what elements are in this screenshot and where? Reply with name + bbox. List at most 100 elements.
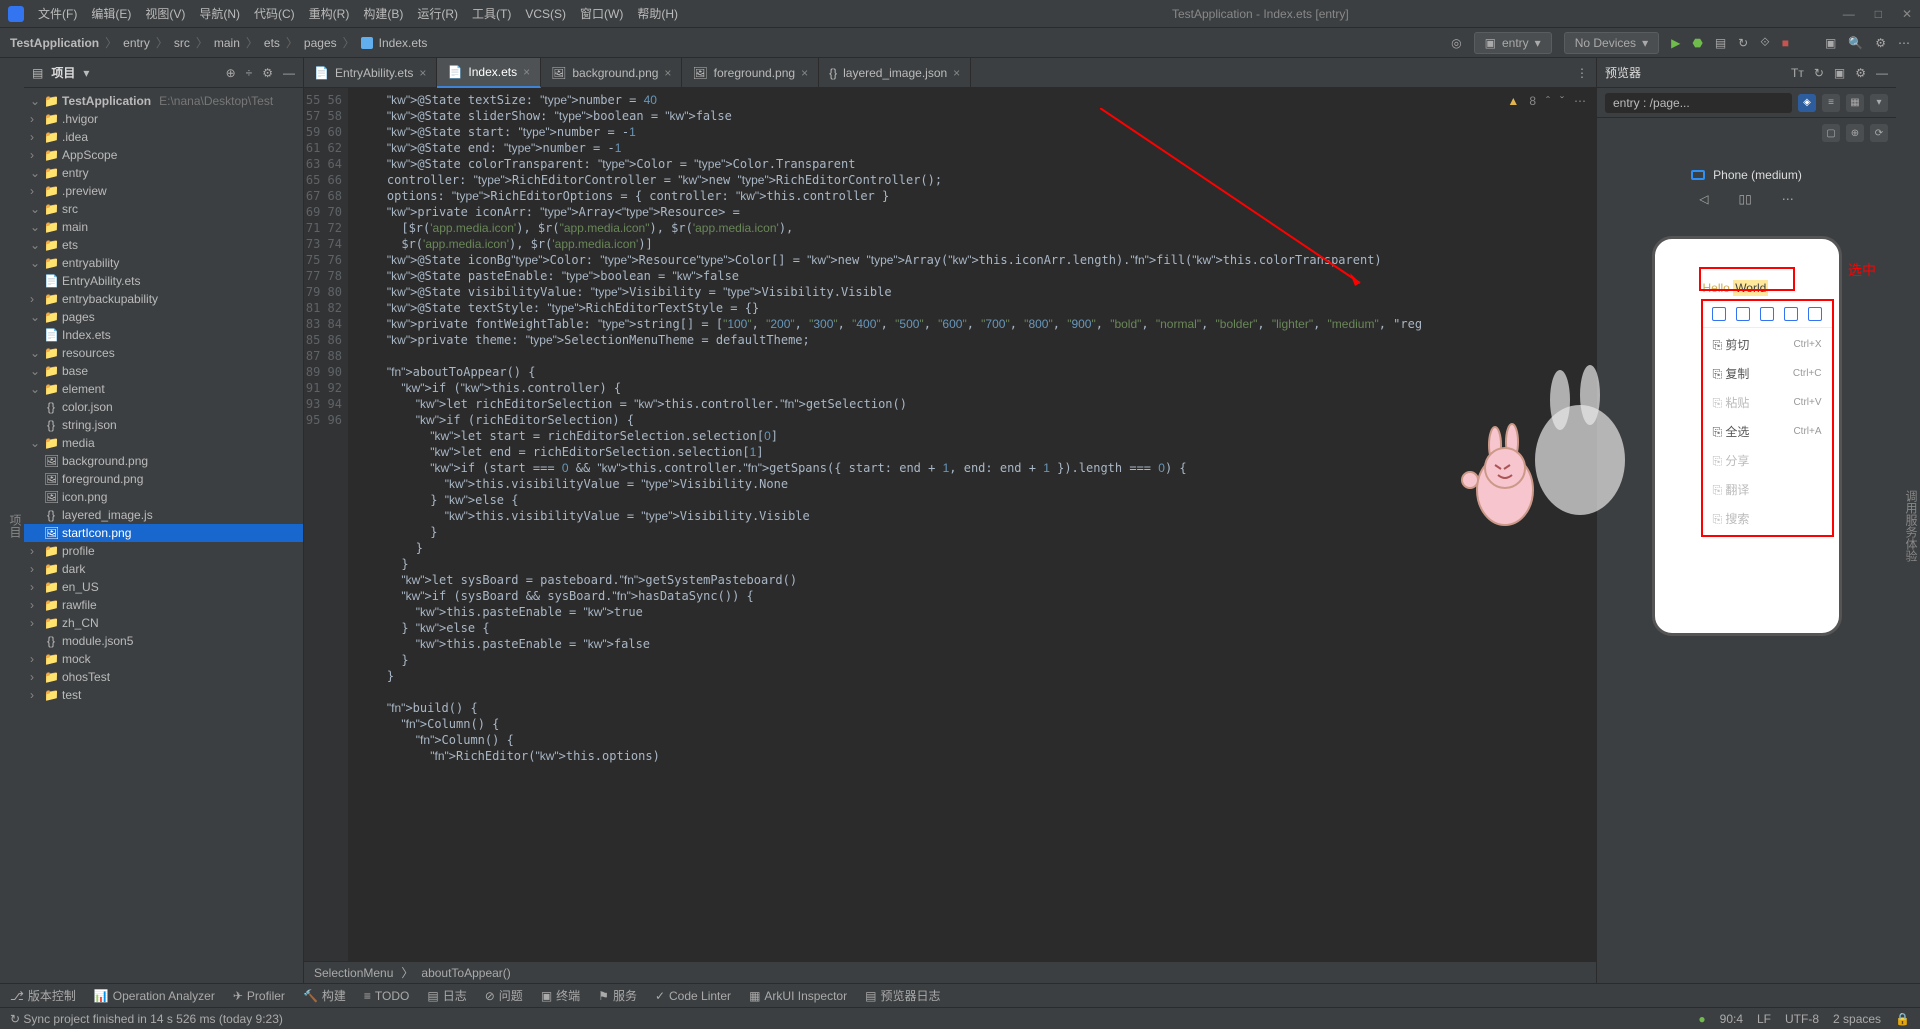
menu-edit[interactable]: 编辑(E): [91, 5, 131, 22]
close-tab-icon[interactable]: ×: [801, 66, 808, 80]
context-menu-item[interactable]: ⎘ 剪切Ctrl+X: [1703, 330, 1832, 359]
menu-nav[interactable]: 导航(N): [199, 5, 240, 22]
status-caret[interactable]: 90:4: [1720, 1012, 1743, 1026]
preview-entry[interactable]: entry : /page...: [1605, 93, 1792, 113]
status-encoding[interactable]: UTF-8: [1785, 1012, 1819, 1026]
crumb-pages[interactable]: pages: [304, 36, 337, 50]
coverage-icon[interactable]: ▤: [1715, 36, 1726, 50]
tab-entryability[interactable]: 📄EntryAbility.ets×: [304, 58, 437, 88]
inspection-badge[interactable]: ▲8ˆˇ⋯: [1507, 94, 1586, 108]
bottom-analyzer[interactable]: 📊 Operation Analyzer: [94, 989, 215, 1003]
bottom-vcs[interactable]: ⎇ 版本控制: [10, 987, 76, 1004]
view-mode-4-icon[interactable]: ▾: [1870, 94, 1888, 112]
debug-run-icon[interactable]: ⬣: [1692, 36, 1702, 50]
zoom-icon[interactable]: ⊕: [1846, 124, 1864, 142]
code-content[interactable]: "kw">@State textSize: "type">number = 40…: [348, 88, 1596, 961]
context-menu-item[interactable]: ⎘ 全选Ctrl+A: [1703, 417, 1832, 446]
menu-run[interactable]: 运行(R): [417, 5, 458, 22]
tab-menu-icon[interactable]: ⋮: [1576, 66, 1588, 80]
bottom-log[interactable]: ▤ 日志: [427, 987, 466, 1004]
preview-hide-icon[interactable]: —: [1876, 66, 1888, 80]
debug-attach-icon[interactable]: ⟐: [1760, 35, 1769, 50]
menu-code[interactable]: 代码(C): [254, 5, 295, 22]
maximize-icon[interactable]: □: [1875, 7, 1882, 21]
bottom-prevlog[interactable]: ▤ 预览器日志: [865, 987, 940, 1004]
menu-window[interactable]: 窗口(W): [580, 5, 623, 22]
locate-icon[interactable]: ⊕: [226, 66, 236, 80]
popup-icon[interactable]: [1760, 307, 1774, 321]
popup-icon[interactable]: [1784, 307, 1798, 321]
minimize-icon[interactable]: —: [1843, 7, 1855, 21]
rotate-icon[interactable]: ▣: [1834, 66, 1845, 80]
status-lock-icon[interactable]: 🔒: [1895, 1012, 1910, 1026]
left-tab-project[interactable]: 项目: [7, 514, 24, 538]
refresh-icon[interactable]: ↻: [1814, 66, 1824, 80]
ext-icon[interactable]: ▣: [1825, 36, 1836, 50]
bottom-inspector[interactable]: ▦ ArkUI Inspector: [749, 989, 847, 1003]
menu-view[interactable]: 视图(V): [145, 5, 185, 22]
panel-hide-icon[interactable]: —: [283, 66, 295, 80]
status-eol[interactable]: LF: [1757, 1012, 1771, 1026]
bottom-problems[interactable]: ⊘ 问题: [485, 987, 523, 1004]
close-tab-icon[interactable]: ×: [523, 65, 530, 79]
target-icon[interactable]: ◎: [1451, 36, 1461, 50]
panel-settings-icon[interactable]: ⚙: [262, 66, 273, 80]
tab-layered[interactable]: {}layered_image.json×: [819, 58, 971, 88]
crumb-entry[interactable]: entry: [123, 36, 150, 50]
crumb-project[interactable]: TestApplication: [10, 36, 99, 50]
text-icon[interactable]: Tᴛ: [1791, 66, 1804, 80]
device-selector[interactable]: No Devices ▾: [1564, 32, 1659, 54]
stop-icon[interactable]: ■: [1782, 36, 1789, 50]
close-tab-icon[interactable]: ×: [664, 66, 671, 80]
close-icon[interactable]: ✕: [1902, 7, 1912, 21]
code-editor[interactable]: ▲8ˆˇ⋯ 55 56 57 58 59 60 61 62 63 64 65 6…: [304, 88, 1596, 961]
view-mode-2-icon[interactable]: ≡: [1822, 94, 1840, 112]
menu-tools[interactable]: 工具(T): [472, 5, 511, 22]
popup-icon[interactable]: [1736, 307, 1750, 321]
menu-refactor[interactable]: 重构(R): [309, 5, 350, 22]
status-indent[interactable]: 2 spaces: [1833, 1012, 1881, 1026]
bottom-build[interactable]: 🔨 构建: [303, 987, 346, 1004]
crumb-src[interactable]: src: [174, 36, 190, 50]
view-mode-3-icon[interactable]: ▦: [1846, 94, 1864, 112]
more-icon[interactable]: ⋯: [1898, 36, 1910, 50]
view-mode-1-icon[interactable]: ◈: [1798, 94, 1816, 112]
phone-menu-icon[interactable]: ⋯: [1782, 192, 1794, 206]
bottom-todo[interactable]: ≡ TODO: [364, 989, 409, 1003]
crumb-method[interactable]: aboutToAppear(): [421, 966, 510, 980]
bottom-linter[interactable]: ✓ Code Linter: [655, 989, 731, 1003]
tab-index[interactable]: 📄Index.ets×: [437, 58, 541, 88]
restart-icon[interactable]: ↻: [1738, 36, 1748, 50]
crumb-main[interactable]: main: [214, 36, 240, 50]
crop-icon[interactable]: ▢: [1822, 124, 1840, 142]
bottom-services[interactable]: ⚑ 服务: [598, 987, 637, 1004]
preview-settings-icon[interactable]: ⚙: [1855, 66, 1866, 80]
search-icon[interactable]: 🔍: [1848, 36, 1863, 50]
tab-foreground[interactable]: 🖼foreground.png×: [682, 58, 819, 88]
tab-background[interactable]: 🖼background.png×: [541, 58, 682, 88]
bottom-profiler[interactable]: ✈ Profiler: [233, 989, 285, 1003]
project-tree[interactable]: ⌄📁TestApplicationE:\nana\Desktop\Test ›📁…: [24, 88, 303, 983]
crumb-class[interactable]: SelectionMenu: [314, 966, 393, 980]
menu-build[interactable]: 构建(B): [363, 5, 403, 22]
reset-icon[interactable]: ⟳: [1870, 124, 1888, 142]
close-tab-icon[interactable]: ×: [419, 66, 426, 80]
run-icon[interactable]: ▶: [1671, 36, 1680, 50]
popup-icon[interactable]: [1712, 307, 1726, 321]
menu-file[interactable]: 文件(F): [38, 5, 77, 22]
popup-icon[interactable]: [1808, 307, 1822, 321]
tree-selected[interactable]: 🖼startIcon.png: [24, 524, 303, 542]
settings-icon[interactable]: ⚙: [1875, 36, 1886, 50]
crumb-file[interactable]: Index.ets: [379, 36, 428, 50]
run-config-selector[interactable]: ▣ entry ▾: [1474, 32, 1552, 54]
phone-home-icon[interactable]: ▯▯: [1739, 192, 1752, 206]
collapse-icon[interactable]: ÷: [246, 66, 253, 80]
menu-vcs[interactable]: VCS(S): [525, 7, 566, 21]
menu-help[interactable]: 帮助(H): [637, 5, 678, 22]
phone-back-icon[interactable]: ◁: [1699, 192, 1708, 206]
right-tab-help[interactable]: 调用服务体验: [1903, 490, 1920, 562]
bottom-terminal[interactable]: ▣ 终端: [541, 987, 580, 1004]
close-tab-icon[interactable]: ×: [953, 66, 960, 80]
context-menu-item[interactable]: ⎘ 复制Ctrl+C: [1703, 359, 1832, 388]
crumb-ets[interactable]: ets: [264, 36, 280, 50]
